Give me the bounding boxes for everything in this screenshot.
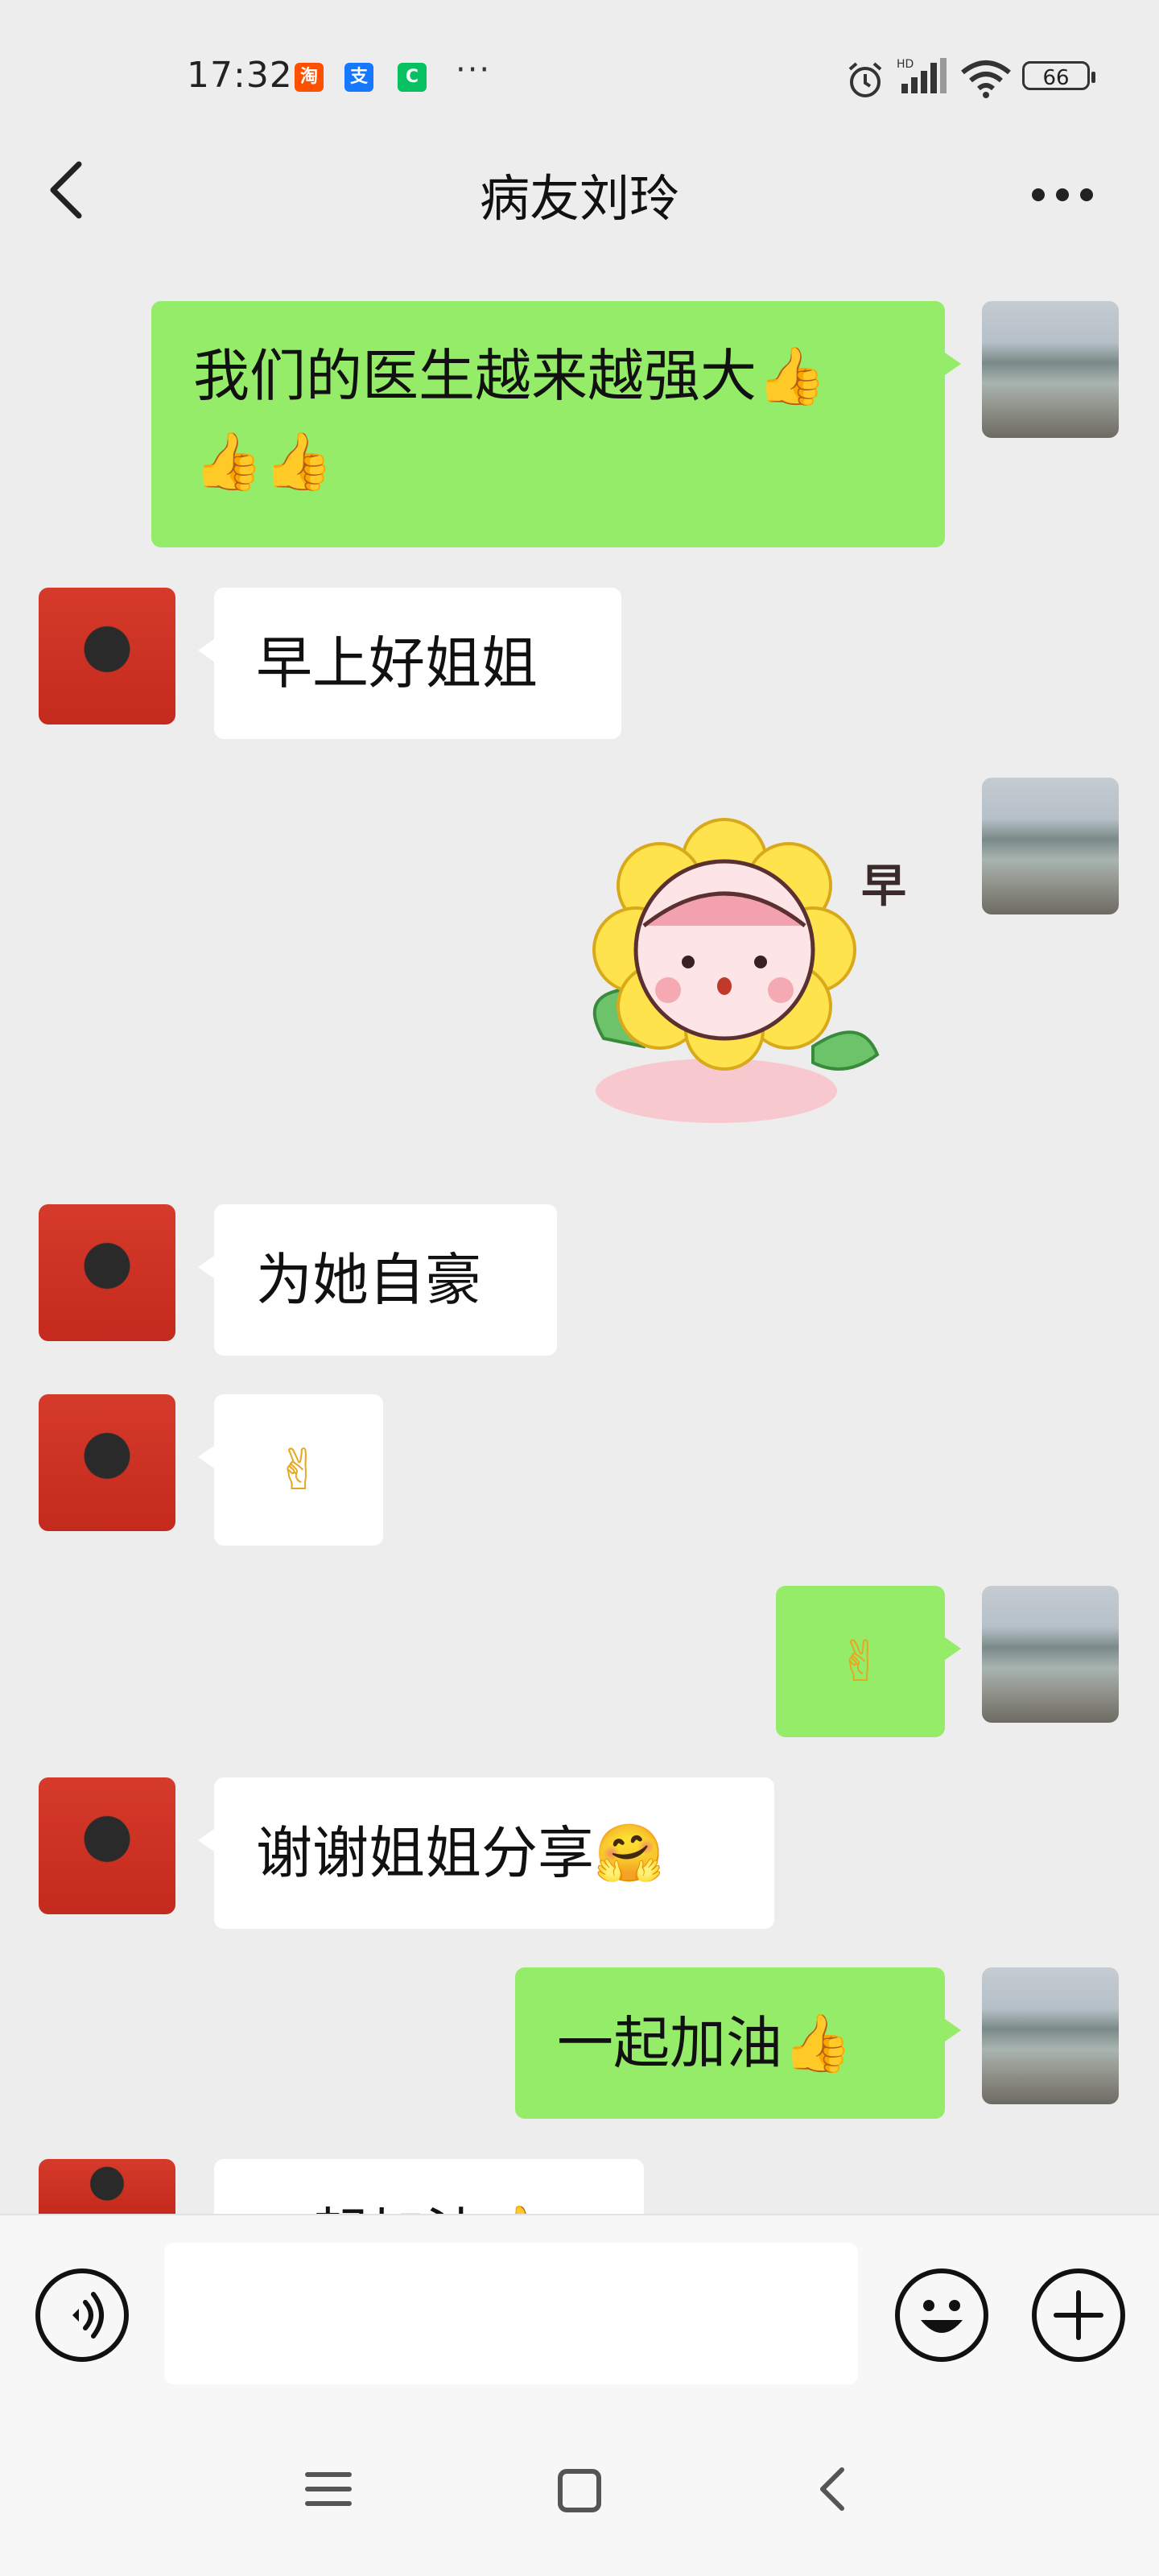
avatar-me[interactable] [982,1967,1119,2104]
message-text: 一起加油👍 [256,2202,551,2214]
avatar-other[interactable] [39,588,175,724]
avatar-me[interactable] [982,301,1119,438]
message-bubble-other[interactable]: ✌ [198,1394,383,1546]
message-text-line2: 👍👍 [193,428,334,494]
signal-icon: HD [897,58,947,93]
plus-icon [1054,2290,1103,2340]
battery-indicator: 66 [1022,61,1095,90]
message-bubble-other[interactable]: 为她自豪 [198,1204,557,1356]
status-time: 17:32 [187,55,293,96]
message-text: 一起加油👍 [557,2010,853,2076]
wifi-icon [961,60,1011,98]
message-bubble-other[interactable]: 早上好姐姐 [198,588,621,739]
more-dots-icon [1032,188,1093,201]
message-text: 早上好姐姐 [256,630,538,696]
plus-button[interactable] [1032,2268,1125,2362]
status-bar: 17:32 淘 支 C ··· HD 66 [0,0,1159,153]
home-icon[interactable] [554,2465,605,2516]
sunflower-sticker[interactable]: 早 [555,805,909,1143]
victory-hand-emoji: ✌ [836,1629,885,1695]
taobao-icon: 淘 [295,63,324,92]
message-bubble-me[interactable]: 我们的医生越来越强大👍 👍👍 [151,301,961,547]
sticker-caption: 早 [861,861,906,913]
avatar-other[interactable] [39,1204,175,1341]
avatar-me[interactable] [982,778,1119,914]
message-bubble-me[interactable]: ✌ [776,1586,961,1737]
avatar-other[interactable] [39,1394,175,1531]
alarm-icon [848,62,882,97]
chat-title: 病友刘玲 [479,169,679,228]
victory-hand-emoji: ✌ [274,1437,323,1503]
avatar-me[interactable] [982,1586,1119,1723]
message-bubble-other[interactable]: 一起加油👍 [214,2159,644,2214]
message-bubble-other[interactable]: 谢谢姐姐分享🤗 [198,1777,774,1929]
avatar-other[interactable] [39,1777,175,1914]
avatar-other[interactable] [39,2159,175,2214]
message-bubble-me[interactable]: 一起加油👍 [515,1967,961,2119]
menu-icon[interactable] [303,2463,354,2515]
back-icon[interactable] [808,2463,860,2515]
message-text: 为她自豪 [256,1247,481,1313]
emoji-button[interactable] [895,2268,988,2362]
voice-icon [72,2292,104,2339]
more-options-button[interactable] [1022,158,1103,230]
alipay-icon: 支 [344,63,373,92]
message-input[interactable] [164,2243,858,2384]
svg-text:HD: HD [897,58,914,71]
message-text: 我们的医生越来越强大👍 [193,343,827,409]
more-notifications-icon: ··· [456,52,492,89]
message-text: 谢谢姐姐分享🤗 [256,1820,665,1886]
app-green-icon: C [398,63,427,92]
emoji-icon [921,2300,963,2333]
voice-input-button[interactable] [35,2268,129,2362]
